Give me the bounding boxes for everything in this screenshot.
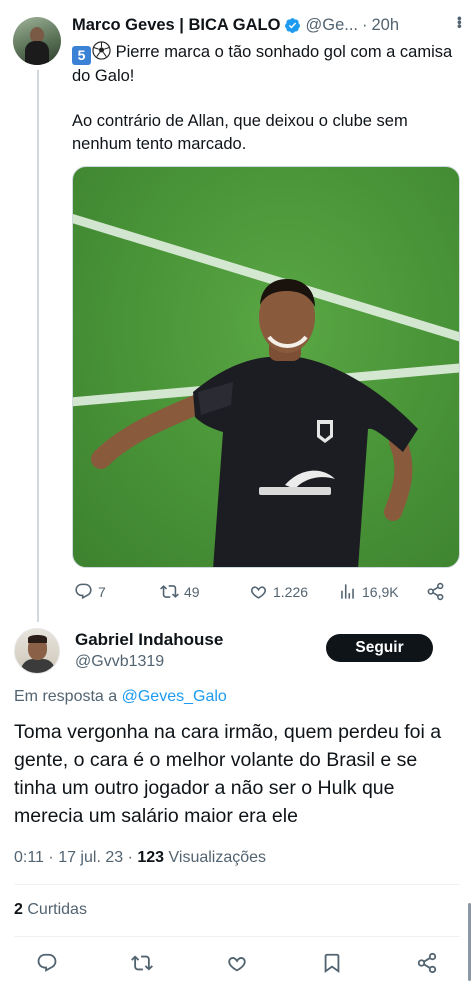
player-figure: [91, 279, 418, 567]
reply-text: Toma vergonha na cara irmão, quem perdeu…: [14, 721, 442, 827]
reply-avatar[interactable]: [14, 628, 60, 674]
tweet-actions: 7 49 1.226 16,9K: [72, 580, 464, 604]
reply-time[interactable]: 0:11: [14, 849, 44, 866]
divider: [14, 936, 460, 937]
in-reply-handle-link[interactable]: @Geves_Galo: [122, 688, 227, 705]
reply-likes-count: 2: [14, 901, 23, 918]
reply-author-name[interactable]: Gabriel Indahouse: [75, 630, 223, 650]
author-name[interactable]: Marco Geves | BICA GALO: [72, 16, 280, 35]
separator-dot: ·: [362, 15, 368, 34]
reply-action[interactable]: 7: [74, 582, 106, 601]
reply-date[interactable]: 17 jul. 23: [58, 849, 123, 866]
follow-button[interactable]: Seguir: [326, 634, 433, 662]
keycap-five-emoji: 5: [72, 46, 91, 65]
scrollbar[interactable]: [468, 903, 471, 981]
tweet-text: 5 Pierre marca o tão sonhado gol com a c…: [72, 41, 464, 155]
verified-badge-icon: [285, 17, 301, 33]
view-count: 16,9K: [362, 583, 399, 600]
more-options-icon[interactable]: •••: [452, 16, 468, 28]
reply-author-handle[interactable]: @Gvvb1319: [75, 653, 164, 671]
in-reply-to: Em resposta a @Geves_Galo: [14, 688, 227, 706]
thread-line: [37, 70, 39, 622]
views-action[interactable]: 16,9K: [338, 582, 399, 601]
share-icon: [427, 582, 444, 601]
reply-icon[interactable]: [36, 952, 58, 974]
reply-actions: [0, 950, 474, 976]
divider: [14, 884, 460, 885]
reply-likes-label: Curtidas: [27, 901, 87, 918]
tweet-time[interactable]: 20h: [372, 16, 400, 35]
parent-tweet[interactable]: Marco Geves | BICA GALO @Ge... · 20h •••…: [72, 14, 468, 155]
heart-icon: [250, 586, 267, 599]
views-chart-icon: [341, 584, 354, 599]
soccer-ball-icon: [92, 41, 111, 60]
bookmark-icon[interactable]: [321, 952, 343, 974]
retweet-icon[interactable]: [131, 952, 153, 974]
author-handle[interactable]: @Ge...: [305, 16, 358, 35]
heart-icon[interactable]: [226, 952, 248, 974]
retweet-action[interactable]: 49: [160, 582, 200, 601]
reply-views-count: 123: [137, 849, 165, 866]
reply-icon: [75, 583, 92, 600]
reply-likes[interactable]: 2 Curtidas: [14, 901, 87, 919]
tweet-video[interactable]: [72, 166, 460, 568]
retweet-icon: [160, 585, 179, 598]
reply-count: 7: [98, 583, 106, 600]
like-count: 1.226: [273, 583, 309, 600]
avatar[interactable]: [13, 17, 61, 65]
like-action[interactable]: 1.226: [249, 582, 308, 601]
reply-meta: 0:11 · 17 jul. 23 · 123 Visualizações: [14, 849, 267, 866]
in-reply-prefix: Em resposta a: [14, 688, 118, 705]
reply-views-label[interactable]: Visualizações: [169, 849, 267, 866]
retweet-count: 49: [184, 583, 200, 600]
tweet-text-line1: Pierre marca o tão sonhado gol com a cam…: [72, 43, 453, 85]
share-icon[interactable]: [416, 952, 438, 974]
tweet-text-line2: Ao contrário de Allan, que deixou o club…: [72, 112, 408, 153]
tweet-header: Marco Geves | BICA GALO @Ge... · 20h: [72, 14, 464, 36]
share-action[interactable]: [426, 582, 445, 601]
